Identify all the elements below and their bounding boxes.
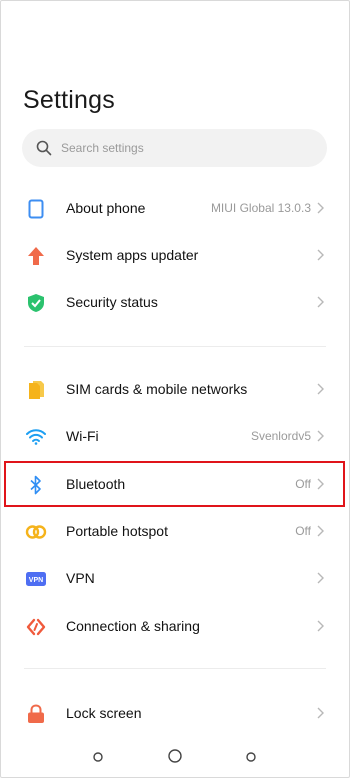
vpn-badge-text: VPN	[29, 577, 43, 584]
search-input[interactable]: Search settings	[61, 141, 144, 155]
page-title: Settings	[23, 86, 115, 114]
chevron-right-icon	[317, 383, 324, 395]
bluetooth-highlight-box	[4, 461, 345, 507]
settings-item-value: MIUI Global 13.0.3	[210, 201, 311, 215]
settings-item-lock-screen[interactable]: Lock screen	[0, 690, 350, 736]
settings-item-label: Lock screen	[66, 705, 142, 721]
back-icon[interactable]	[245, 751, 257, 763]
settings-item-label: System apps updater	[66, 247, 199, 263]
settings-item-label: SIM cards & mobile networks	[66, 381, 248, 397]
phone-icon	[25, 198, 47, 220]
chevron-right-icon	[317, 572, 324, 584]
chevron-right-icon	[317, 707, 324, 719]
settings-item-connection-sharing[interactable]: Connection & sharing	[0, 603, 350, 649]
hotspot-icon	[25, 521, 47, 543]
settings-item-label: VPN	[66, 570, 95, 586]
sim-card-icon	[25, 379, 47, 401]
recent-apps-icon[interactable]	[92, 751, 104, 763]
settings-item-system-apps-updater[interactable]: System apps updater	[0, 232, 350, 278]
search-icon	[36, 140, 52, 156]
settings-item-value: Svenlordv5	[250, 429, 311, 443]
chevron-right-icon	[317, 202, 324, 214]
settings-item-label: About phone	[66, 200, 146, 216]
chevron-right-icon	[317, 296, 324, 308]
settings-item-label: Portable hotspot	[66, 523, 168, 539]
settings-item-wifi[interactable]: Wi-Fi Svenlordv5	[0, 413, 350, 459]
arrow-up-icon	[25, 245, 47, 267]
settings-item-about-phone[interactable]: About phone MIUI Global 13.0.3	[0, 185, 350, 231]
settings-item-label: Security status	[66, 294, 158, 310]
shield-check-icon	[25, 292, 47, 314]
chevron-right-icon	[317, 249, 324, 261]
vpn-icon: VPN	[25, 568, 47, 590]
chevron-right-icon	[317, 430, 324, 442]
home-icon[interactable]	[167, 748, 183, 764]
settings-item-sim-cards[interactable]: SIM cards & mobile networks	[0, 366, 350, 412]
chevron-right-icon	[317, 620, 324, 632]
chevron-right-icon	[317, 525, 324, 537]
settings-item-label: Connection & sharing	[66, 618, 200, 634]
connection-sharing-icon	[25, 616, 47, 638]
wifi-icon	[25, 426, 47, 448]
settings-item-value: Off	[295, 524, 311, 538]
settings-item-security-status[interactable]: Security status	[0, 279, 350, 325]
section-divider	[24, 668, 326, 669]
settings-item-vpn[interactable]: VPN VPN	[0, 555, 350, 601]
search-bar[interactable]: Search settings	[22, 129, 327, 167]
section-divider	[24, 346, 326, 347]
lock-icon	[25, 703, 47, 725]
settings-item-label: Wi-Fi	[66, 428, 99, 444]
navigation-bar	[0, 742, 350, 772]
settings-item-portable-hotspot[interactable]: Portable hotspot Off	[0, 508, 350, 554]
